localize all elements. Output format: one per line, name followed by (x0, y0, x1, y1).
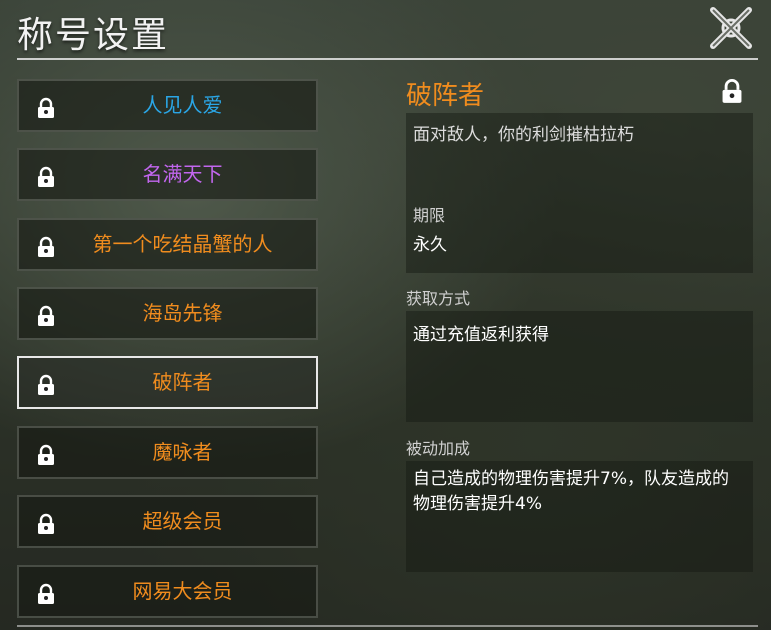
title-item[interactable]: 魔咏者 (17, 426, 318, 479)
period-value: 永久 (413, 235, 447, 255)
title-item-label: 第一个吃结晶蟹的人 (92, 232, 273, 256)
obtain-label: 获取方式 (406, 289, 471, 308)
period-label: 期限 (413, 206, 446, 225)
title-item-label: 破阵者 (152, 370, 213, 394)
title-item[interactable]: 第一个吃结晶蟹的人 (17, 218, 318, 271)
title-item[interactable]: 人见人爱 (17, 79, 318, 132)
title-item-label: 名满天下 (142, 162, 223, 186)
title-item-label: 人见人爱 (142, 93, 223, 117)
close-button[interactable] (708, 5, 754, 51)
passive-text: 自己造成的物理伤害提升7%，队友造成的物理伤害提升4% (413, 469, 729, 514)
lock-icon (722, 78, 742, 103)
title-item-label: 海岛先锋 (142, 301, 223, 325)
title-item[interactable]: 超级会员 (17, 495, 318, 548)
title-item-label: 网易大会员 (132, 579, 233, 603)
bottom-divider (17, 625, 758, 627)
obtain-text: 通过充值返利获得 (413, 325, 549, 345)
detail-description: 面对敌人，你的利剑摧枯拉朽 (413, 125, 634, 145)
title-item[interactable]: 网易大会员 (17, 565, 318, 618)
detail-title-name: 破阵者 (406, 81, 485, 111)
passive-label: 被动加成 (406, 439, 471, 458)
page-title: 称号设置 (17, 15, 170, 56)
title-item-selected[interactable]: 破阵者 (17, 356, 318, 409)
title-divider (17, 58, 758, 60)
title-item[interactable]: 海岛先锋 (17, 287, 318, 340)
title-item-label: 魔咏者 (152, 440, 213, 464)
title-item-label: 超级会员 (142, 509, 223, 533)
close-icon (710, 7, 752, 49)
title-item[interactable]: 名满天下 (17, 148, 318, 201)
